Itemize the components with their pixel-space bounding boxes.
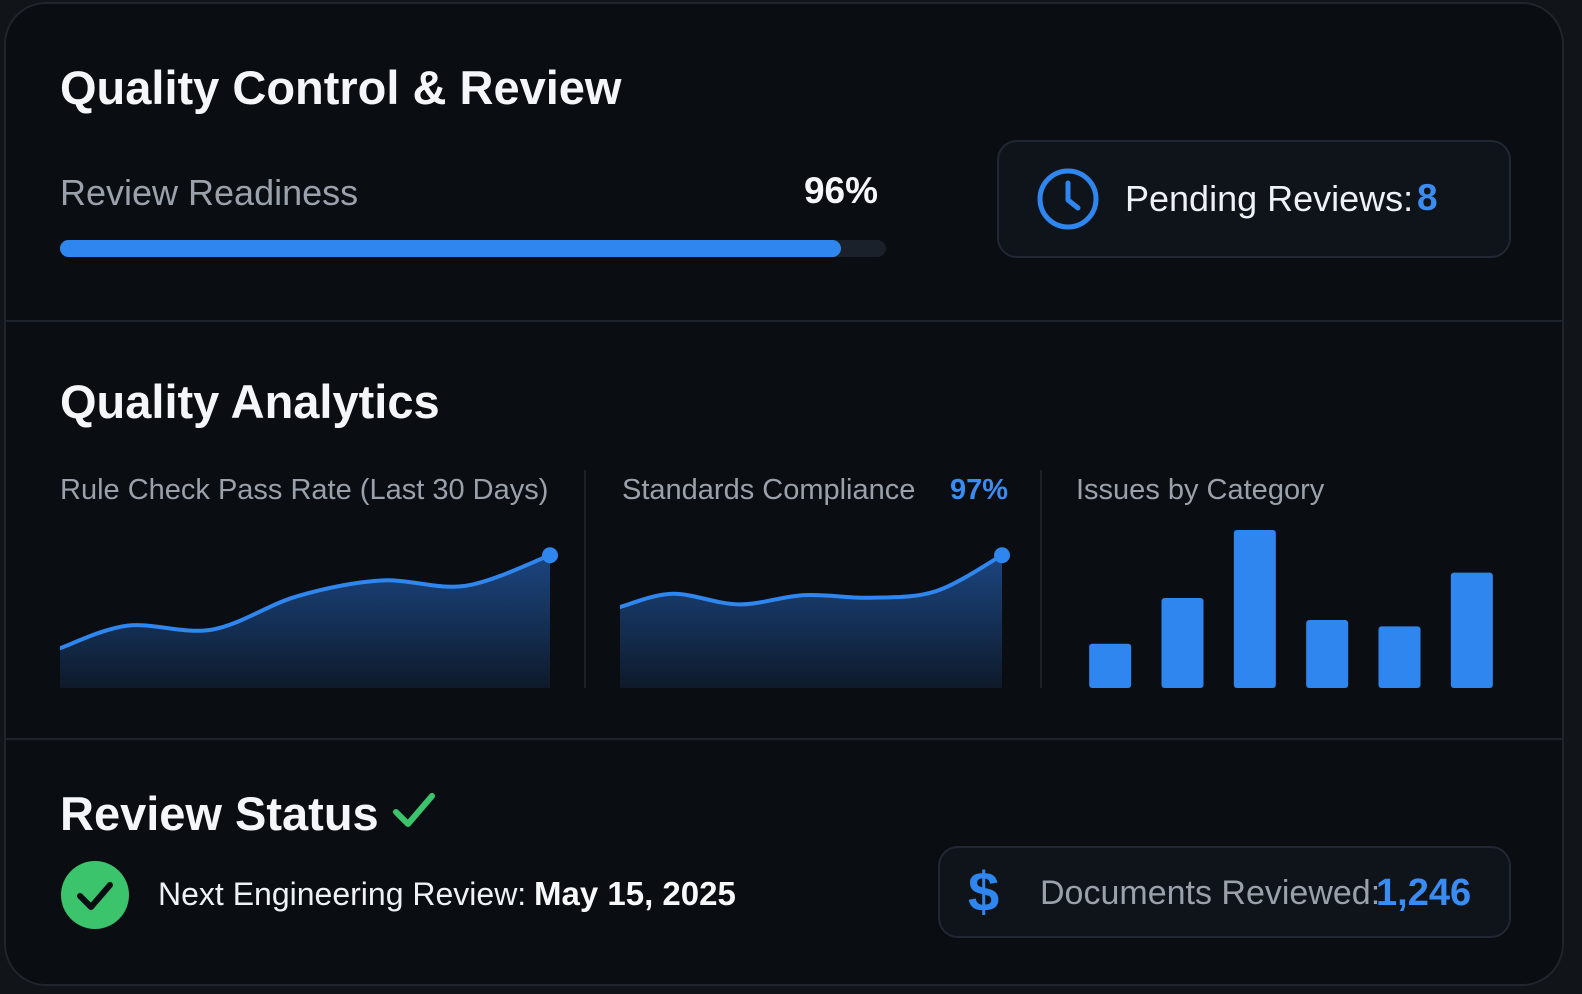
pass-rate-area-chart xyxy=(60,547,558,688)
compliance-area-chart xyxy=(620,547,1010,688)
readiness-value: 96% xyxy=(803,170,878,211)
pending-reviews-label: Pending Reviews: xyxy=(1125,178,1414,219)
area-fill xyxy=(60,555,550,688)
next-review-label: Next Engineering Review: xyxy=(158,876,527,912)
analytics-title: Quality Analytics xyxy=(60,375,440,428)
readiness-label: Review Readiness xyxy=(60,172,359,213)
section-divider xyxy=(6,738,1562,740)
compliance-value: 97% xyxy=(950,474,1009,506)
issues-chart-title: Issues by Category xyxy=(1076,474,1325,506)
documents-reviewed-count: 1,246 xyxy=(1376,872,1472,914)
issue-category-bar xyxy=(1378,626,1421,688)
section-divider xyxy=(6,320,1562,322)
page-title: Quality Control & Review xyxy=(60,61,622,114)
success-check-icon xyxy=(60,860,130,930)
chart-separator xyxy=(584,470,586,688)
quality-dashboard-card: Quality Control & Review Review Readines… xyxy=(4,2,1564,986)
chart-separator xyxy=(1040,470,1042,688)
issue-category-bar xyxy=(1233,530,1276,688)
area-fill xyxy=(620,555,1002,688)
readiness-progress-fill xyxy=(60,240,841,257)
check-icon xyxy=(390,788,438,832)
issue-category-bar xyxy=(1089,643,1132,688)
next-review-date: May 15, 2025 xyxy=(534,875,736,912)
issue-category-bar xyxy=(1450,572,1493,688)
pending-reviews-card[interactable]: Pending Reviews: 8 xyxy=(997,140,1511,258)
latest-data-point xyxy=(994,547,1010,564)
documents-reviewed-label: Documents Reviewed: xyxy=(1040,874,1381,912)
dollar-icon: $ xyxy=(968,860,1000,923)
readiness-progress-bar xyxy=(60,240,886,257)
issue-category-bar xyxy=(1306,620,1349,688)
issue-category-bar xyxy=(1161,597,1204,688)
pass-rate-chart-title: Rule Check Pass Rate (Last 30 Days) xyxy=(60,474,549,506)
review-status-title: Review Status xyxy=(60,787,379,840)
clock-icon xyxy=(1035,166,1101,232)
latest-data-point xyxy=(542,547,558,564)
compliance-chart-title: Standards Compliance xyxy=(622,474,916,506)
issues-bar-chart xyxy=(1089,530,1493,688)
pending-reviews-count: 8 xyxy=(1417,177,1438,218)
documents-reviewed-card[interactable]: $ Documents Reviewed: 1,246 xyxy=(938,846,1511,938)
